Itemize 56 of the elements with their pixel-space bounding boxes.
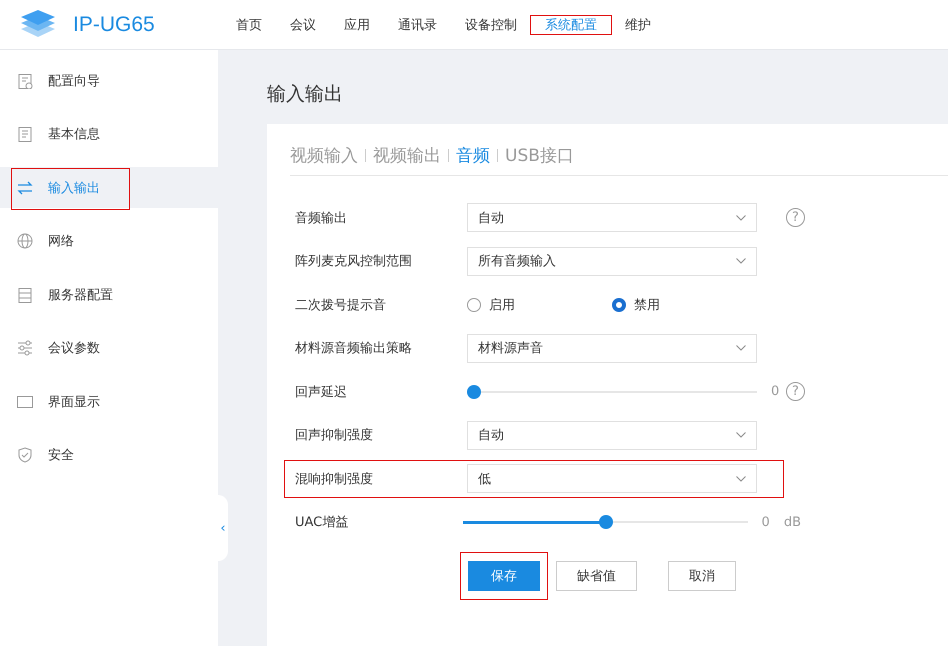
field-label: UAC增益 <box>295 514 350 532</box>
screen-icon <box>17 394 33 410</box>
nav-tab[interactable]: 设备控制 <box>451 16 531 34</box>
nav-tab[interactable]: 系统配置 <box>531 16 611 34</box>
sidebar-item[interactable]: 基本信息 <box>0 114 218 154</box>
field-label: 回声抑制强度 <box>295 427 374 444</box>
button[interactable]: 缺省值 <box>556 561 637 591</box>
field-label: 回声延迟 <box>295 384 348 401</box>
field-label: 音频输出 <box>295 210 348 227</box>
nav-tab[interactable]: 通讯录 <box>384 16 451 34</box>
chevron-down-icon <box>736 258 746 264</box>
field-label: 阵列麦克风控制范围 <box>295 253 413 270</box>
sidebar-item[interactable]: 网络 <box>0 220 218 262</box>
field-label: 二次拨号提示音 <box>295 296 387 314</box>
sidebar-item[interactable]: 界面显示 <box>0 381 218 422</box>
globe-icon <box>17 233 33 249</box>
dropdown[interactable]: 所有音频输入 <box>467 246 757 276</box>
sidebar-item[interactable]: 会议参数 <box>0 328 218 368</box>
slider[interactable] <box>463 515 748 530</box>
nav-tab[interactable]: 维护 <box>611 16 665 34</box>
chevron-down-icon <box>736 476 746 482</box>
slider[interactable] <box>467 384 757 399</box>
checklist-icon <box>17 72 33 88</box>
slider-value: 0 <box>771 384 780 400</box>
shield-icon <box>17 447 33 463</box>
dropdown[interactable]: 自动 <box>467 203 757 232</box>
sidebar-item[interactable]: 安全 <box>0 434 218 476</box>
document-icon <box>17 126 33 142</box>
chevron-down-icon <box>736 432 746 438</box>
nav-tab[interactable]: 首页 <box>222 16 276 34</box>
app-title: IP-UG65 <box>73 12 155 36</box>
chevron-down-icon <box>736 345 746 352</box>
page-title: 输入输出 <box>267 82 344 107</box>
sidebar-item[interactable]: 配置向导 <box>0 60 218 101</box>
slider-thumb[interactable] <box>467 384 481 399</box>
unit-label: dB <box>784 514 801 530</box>
nav-tab[interactable]: 应用 <box>330 16 384 34</box>
field-label: 混响抑制强度 <box>295 470 374 488</box>
chevron-down-icon <box>736 214 746 221</box>
slider-thumb[interactable] <box>598 515 613 530</box>
field-label: 材料源音频输出策略 <box>295 340 413 358</box>
swap-arrows-icon <box>17 180 33 196</box>
button[interactable]: 保存 <box>468 561 540 591</box>
dropdown[interactable]: 自动 <box>467 420 757 450</box>
radio-option[interactable]: 禁用 <box>612 296 757 314</box>
server-icon <box>17 286 33 302</box>
button[interactable]: 取消 <box>668 561 736 591</box>
dropdown[interactable]: 材料源声音 <box>467 334 757 363</box>
nav-tab[interactable]: 会议 <box>276 16 330 34</box>
collapse-handle[interactable]: ‹ <box>218 495 228 561</box>
dropdown[interactable]: 低 <box>467 464 757 494</box>
sliders-icon <box>17 340 33 356</box>
tab[interactable]: 音频 <box>456 144 490 167</box>
sidebar-item[interactable]: 服务器配置 <box>0 274 218 315</box>
slider-value: 0 <box>762 514 770 530</box>
radio-option[interactable]: 启用 <box>467 296 612 314</box>
